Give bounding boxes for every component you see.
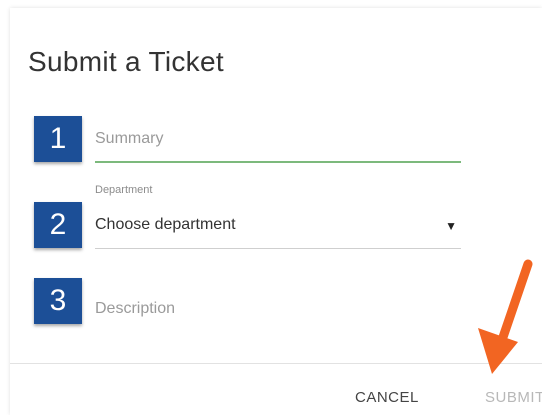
summary-placeholder: Summary: [95, 130, 164, 147]
department-select[interactable]: Department Choose department ▼: [95, 182, 461, 250]
summary-underline: [95, 161, 461, 163]
summary-field[interactable]: Summary: [95, 118, 461, 164]
submit-button[interactable]: SUBMIT: [485, 389, 542, 406]
department-underline: [95, 248, 461, 249]
description-field[interactable]: Description: [95, 290, 461, 330]
department-label: Department: [95, 184, 153, 196]
arrow-pointer-icon: [478, 259, 533, 374]
description-placeholder: Description: [95, 300, 176, 317]
dialog-title: Submit a Ticket: [28, 46, 224, 77]
department-value: Choose department: [95, 216, 236, 233]
step-3-badge: 3: [34, 278, 82, 324]
step-2-badge: 2: [34, 202, 82, 248]
footer-divider: [10, 363, 542, 364]
caret-down-icon: ▼: [445, 219, 457, 233]
step-1-badge: 1: [34, 116, 82, 162]
submit-ticket-dialog: Submit a Ticket 1 Summary 2 Department C…: [10, 8, 542, 415]
cancel-button[interactable]: CANCEL: [355, 389, 419, 406]
